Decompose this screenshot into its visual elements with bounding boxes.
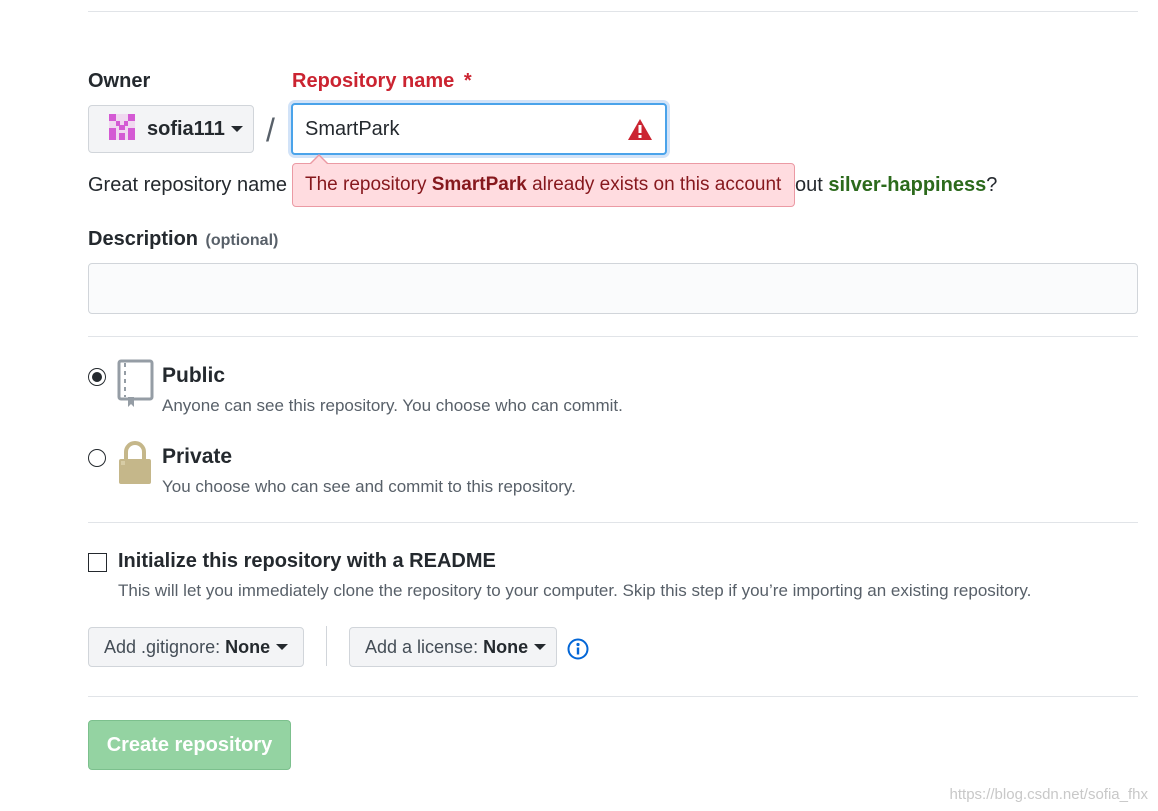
- public-description: Anyone can see this repository. You choo…: [162, 396, 623, 415]
- chevron-down-icon: [230, 126, 243, 132]
- divider: [88, 336, 1138, 337]
- gitignore-dropdown[interactable]: Add .gitignore: None: [88, 627, 304, 667]
- gitignore-value: None: [225, 636, 271, 657]
- create-repository-button[interactable]: Create repository: [88, 720, 291, 770]
- error-prefix: The repository: [305, 174, 432, 195]
- readme-description: This will let you immediately clone the …: [118, 581, 1032, 600]
- private-description: You choose who can see and commit to thi…: [162, 477, 576, 496]
- error-suffix: already exists on this account: [526, 174, 782, 195]
- repo-name-hint: Great repository name: [88, 174, 287, 197]
- hint-end: ?: [986, 174, 998, 196]
- dropdown-separator: [326, 626, 327, 666]
- repo-name-input[interactable]: SmartPark: [291, 103, 667, 155]
- owner-username: sofia111: [147, 117, 225, 140]
- gitignore-label: Add .gitignore:: [104, 636, 221, 657]
- license-label: Add a license:: [365, 636, 479, 657]
- hint-before: Great repository name: [88, 174, 287, 196]
- suggested-name-link[interactable]: silver-happiness: [828, 174, 986, 196]
- description-input[interactable]: [88, 263, 1138, 314]
- license-value: None: [483, 636, 529, 657]
- description-label-text: Description: [88, 228, 199, 250]
- error-tooltip-arrow-fill: [311, 156, 327, 164]
- public-radio[interactable]: [88, 368, 106, 386]
- owner-repo-separator: /: [266, 112, 275, 148]
- optional-label: (optional): [205, 232, 279, 249]
- error-repo-name: SmartPark: [431, 174, 527, 195]
- private-title: Private: [162, 445, 233, 468]
- description-label: Description (optional): [88, 228, 278, 251]
- hint-after: out: [795, 174, 829, 196]
- readme-title: Initialize this repository with a README: [118, 550, 496, 572]
- alert-icon: [627, 118, 653, 147]
- readme-checkbox[interactable]: [88, 553, 107, 572]
- divider: [88, 522, 1138, 523]
- avatar: [109, 113, 135, 145]
- repo-name-hint-tail: out silver-happiness?: [795, 174, 997, 197]
- license-dropdown[interactable]: Add a license: None: [349, 627, 557, 667]
- required-mark: *: [463, 70, 472, 92]
- chevron-down-icon: [276, 644, 289, 650]
- repo-name-label: Repository name *: [292, 70, 472, 93]
- owner-label: Owner: [88, 70, 151, 92]
- radio-selected-dot: [91, 371, 102, 382]
- repo-name-label-text: Repository name: [292, 70, 455, 92]
- top-divider: [88, 11, 1138, 12]
- public-title: Public: [162, 364, 226, 387]
- lock-icon: [117, 440, 153, 491]
- repo-name-value: SmartPark: [305, 117, 400, 140]
- watermark: https://blog.csdn.net/sofia_fhx: [949, 786, 1148, 803]
- chevron-down-icon: [534, 644, 547, 650]
- repo-exists-error: The repository SmartPark already exists …: [292, 163, 795, 207]
- info-icon[interactable]: [567, 638, 589, 665]
- divider: [88, 696, 1138, 697]
- owner-dropdown[interactable]: sofia111: [88, 105, 254, 153]
- private-radio[interactable]: [88, 449, 106, 467]
- repo-book-icon: [117, 359, 155, 414]
